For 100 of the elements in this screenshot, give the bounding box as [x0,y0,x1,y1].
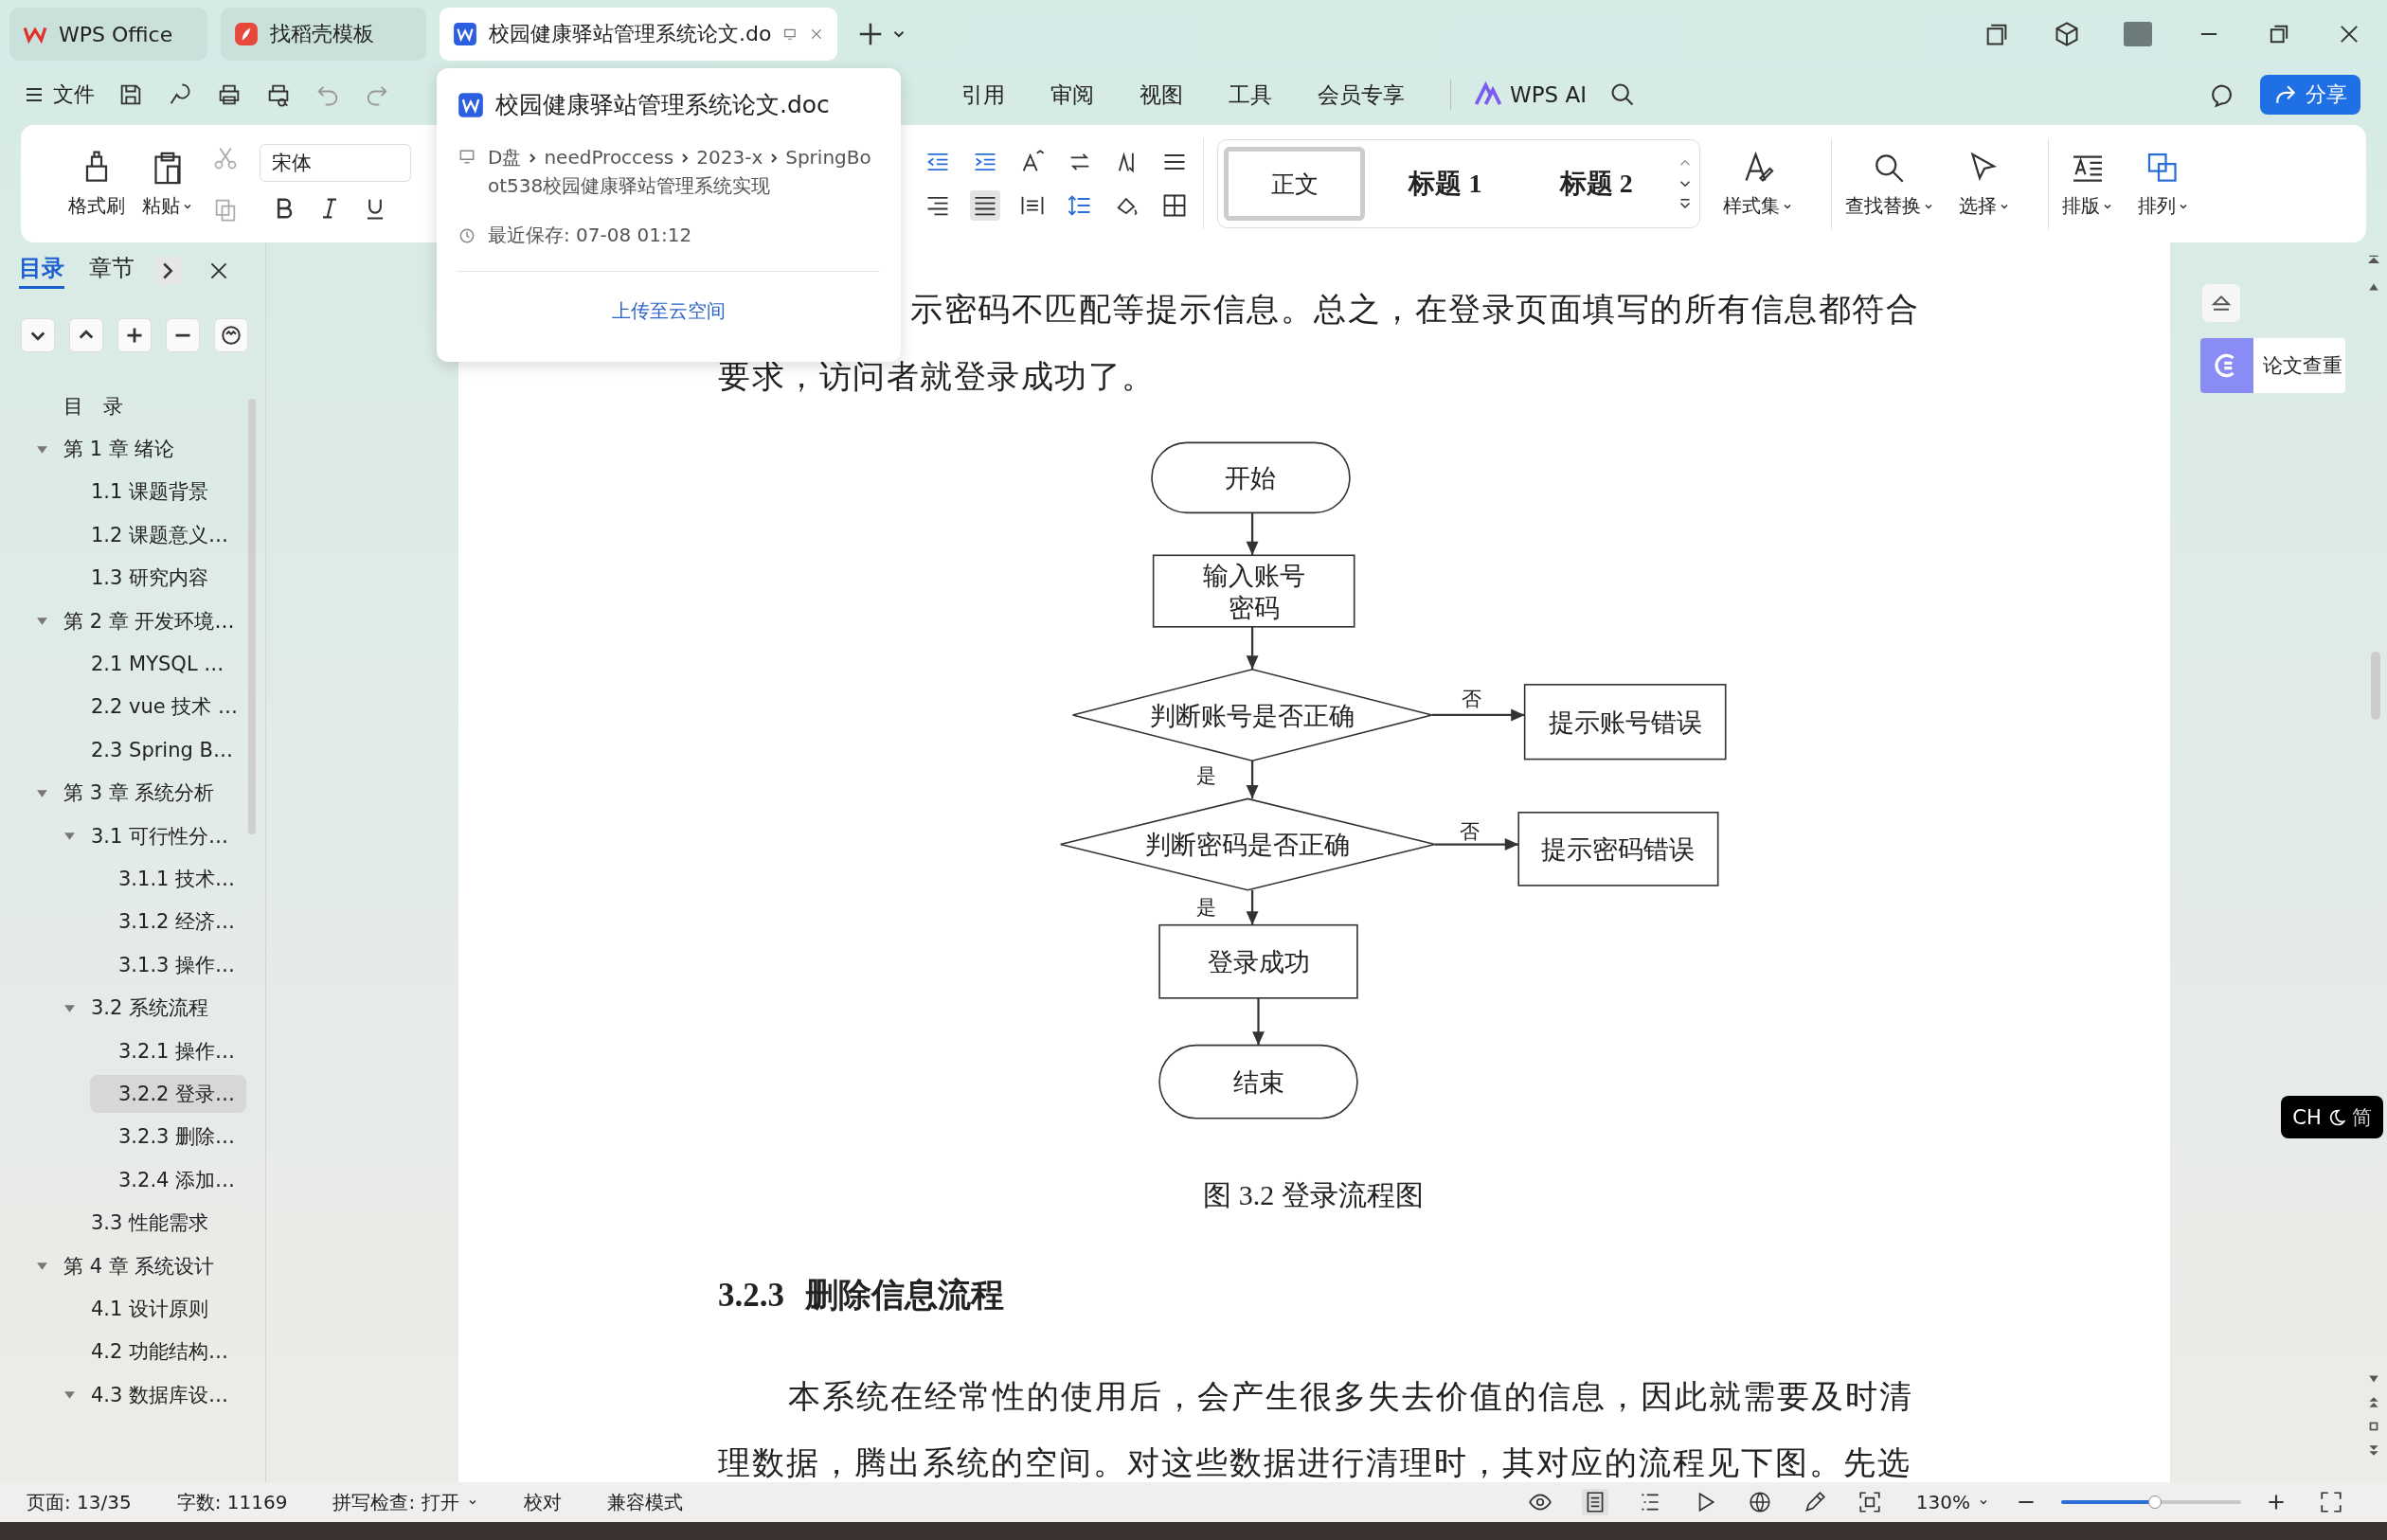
page-count[interactable]: 页面: 13/35 [27,1489,132,1515]
nav-tab[interactable]: 章节 [89,253,135,289]
spell-check-button[interactable]: 拼写检查: 打开 [332,1489,478,1515]
terminal-node: 开始 [1151,441,1351,514]
input-method-indicator[interactable]: CH 简 [2281,1096,2383,1138]
outline-item[interactable]: 3.1.1 技术… [111,860,243,898]
document-tab[interactable]: WPS Office [9,8,207,61]
outline-item[interactable]: 3.1.2 经济… [111,903,243,941]
outline-item[interactable]: 3.2.1 操作… [111,1031,243,1070]
arrow [1246,761,1259,799]
style-option[interactable]: 标题 2 [1525,147,1667,221]
chevron-down-icon[interactable] [21,318,55,352]
last-saved-text: 最近保存: 07-08 01:12 [488,223,692,248]
decision-node: 判断密码是否正确 [1059,797,1436,891]
document-tab[interactable]: 找稻壳模板 [221,8,426,61]
previous-page-icon[interactable] [2367,1396,2380,1409]
outline-item[interactable]: 第 2 章 开发环境… [56,601,242,640]
page-view-icon[interactable] [1581,1489,1608,1515]
format-painter-button[interactable]: 格式刷 [68,149,125,219]
branch-label: 否 [1460,820,1481,844]
proofread-button[interactable]: 校对 [523,1489,562,1515]
decision-node: 判断账号是否正确 [1071,668,1433,762]
upload-link[interactable]: 上传至云空间 [612,298,726,324]
expand-toggle-icon[interactable] [63,1388,76,1402]
outline-item[interactable]: 第 1 章 绪论 [56,430,183,469]
menu-tab[interactable]: 工具 [1229,80,1272,110]
outline-item[interactable]: 2.2 vue 技术 … [83,688,246,726]
outline-item[interactable]: 4.3 数据库设… [83,1375,237,1414]
layout-button[interactable]: 排版 [2062,149,2113,219]
plus-icon[interactable] [117,318,152,352]
outline-item[interactable]: 2.3 Spring B… [83,732,241,767]
paragraph-line: 示密码不匹配等提示信息。总之，在登录页面填写的所有信息都符合 [909,291,1920,329]
wps-ai-button[interactable]: WPS AI [1474,81,1588,109]
process-node: 输入账号 密码 [1152,554,1355,628]
fullscreen-icon[interactable] [2318,1489,2344,1515]
file-path: D盘 needProccess 2023-x SpringBoot538校园健康驿站管理系统实现 [488,145,872,199]
leaf-logo-icon [234,22,259,46]
share-button[interactable]: 分享 [2260,75,2360,115]
outline-item[interactable]: 目 录 [56,386,131,425]
menu-tab[interactable]: 引用 [961,80,1005,110]
outline-item[interactable]: 第 3 章 系统分析 [56,774,223,813]
outline-item[interactable]: 3.2.2 登录… [90,1074,247,1113]
scrollbar-thumb[interactable] [2371,652,2380,720]
style-set-button[interactable]: 样式集 [1723,149,1793,219]
arrow [1252,997,1265,1046]
outline-item[interactable]: 1.2 课题意义… [83,515,237,554]
document-tab[interactable]: 校园健康驿站管理系统论文.do [440,8,837,61]
collapse-icon[interactable] [2202,284,2240,322]
minus-icon[interactable] [166,318,200,352]
arrow [1246,512,1259,556]
select-button[interactable]: 选择 [1959,149,2010,219]
menu-tab[interactable]: 审阅 [1050,80,1094,110]
compatibility-mode-label: 兼容模式 [606,1489,683,1515]
find-replace-button[interactable]: 查找替换 [1845,149,1934,219]
cube-icon[interactable] [2054,21,2080,47]
chevron-right-icon[interactable] [153,257,182,285]
expand-toggle-icon[interactable] [36,1260,48,1272]
zoom-slider[interactable] [2061,1495,2241,1509]
clock-icon [458,226,476,245]
outline-item[interactable]: 2.1 MYSQL … [83,647,232,682]
outline-item[interactable]: 3.1 可行性分… [83,816,237,855]
nav-tab[interactable]: 目录 [19,253,64,289]
expand-toggle-icon[interactable] [63,830,76,843]
zoom-level-button[interactable]: 130% [1915,1491,1989,1513]
section-heading: 删除信息流程 [805,1276,1004,1316]
word-document-icon [458,91,484,118]
figure-caption: 图 3.2 登录流程图 [1202,1178,1425,1212]
paste-button[interactable]: 粘贴 [142,149,193,219]
outline-item[interactable]: 4.1 设计原则 [83,1289,217,1328]
square-icon[interactable] [2367,1420,2380,1433]
outline-item[interactable]: 第 4 章 系统设计 [56,1246,223,1285]
word-count[interactable]: 字数: 11169 [176,1489,288,1515]
section-number: 3.2.3 [718,1276,784,1316]
monitor-icon [458,147,476,166]
paragraph-line: 要求，访问者就登录成功了。 [718,358,1157,396]
chevron-up-icon[interactable] [69,318,103,352]
font-name-field[interactable]: 宋体 [260,144,411,182]
scrollbar-thumb[interactable] [248,399,256,834]
outline-item[interactable]: 4.2 功能结构… [83,1333,237,1371]
file-menu-button[interactable]: 文件 [23,81,95,109]
branch-label: 是 [1196,896,1217,920]
justify-icon[interactable] [970,190,1000,221]
menu-tab[interactable]: 视图 [1140,80,1183,110]
outline-item[interactable]: 3.2.3 删除… [111,1118,243,1156]
terminal-node: 结束 [1158,1044,1358,1119]
style-option[interactable]: 标题 1 [1374,147,1517,221]
arrange-button[interactable]: 排列 [2138,149,2189,219]
arrow [1246,889,1259,925]
outline-item[interactable]: 3.2 系统流程 [83,989,217,1028]
outline-item[interactable]: 3.2.4 添加… [111,1160,243,1199]
next-page-icon[interactable] [2367,1443,2380,1457]
plagiarism-check-button[interactable]: 论文查重 [2200,338,2345,393]
body-paragraph: 本系统在经常性的使用后，会产生很多失去价值的信息，因此就需要及时清理数据，腾出系统的空间。对这些数据进行清理时，其对应的流程见下图。先选 [718,1378,1913,1482]
outline-item[interactable]: 1.1 课题背景 [83,473,217,511]
outline-item[interactable]: 3.1.3 操作… [111,945,243,984]
expand-toggle-icon[interactable] [36,615,48,628]
style-option[interactable]: 正文 [1224,147,1366,221]
menu-tab[interactable]: 会员专享 [1318,80,1405,110]
outline-item[interactable]: 1.3 研究内容 [83,559,217,598]
outline-item[interactable]: 3.3 性能需求 [83,1204,217,1243]
